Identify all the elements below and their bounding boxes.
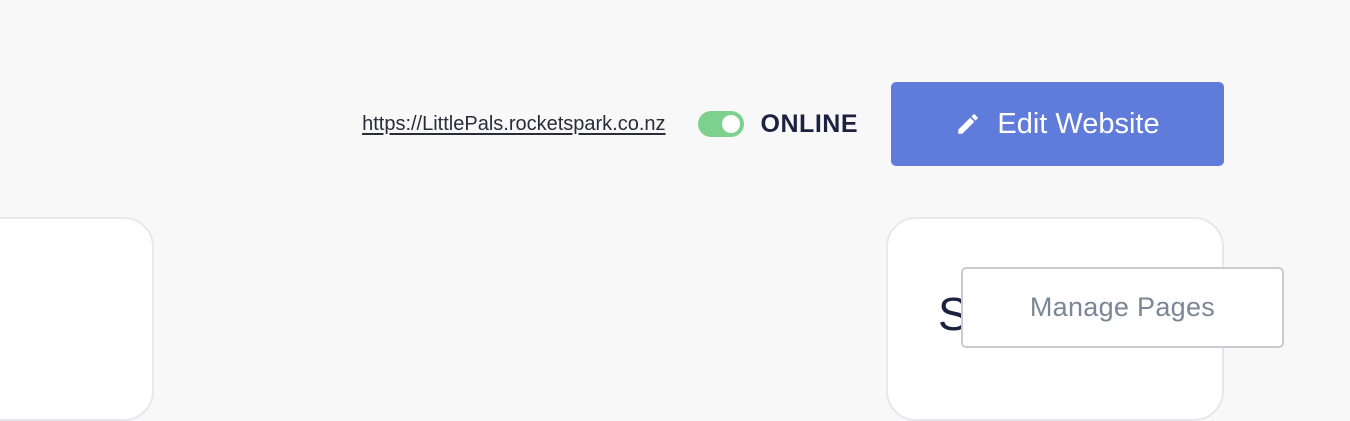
online-status-label: ONLINE [760, 109, 858, 138]
site-url-link[interactable]: https://LittlePals.rocketspark.co.nz [362, 113, 665, 136]
edit-website-button[interactable]: Edit Website [891, 82, 1224, 166]
toggle-knob [721, 115, 740, 133]
pencil-icon [958, 114, 979, 134]
edit-website-label: Edit Website [997, 107, 1160, 140]
manage-pages-button[interactable]: Manage Pages [961, 267, 1284, 348]
left-card [0, 217, 154, 421]
header-toolbar: https://LittlePals.rocketspark.co.nz ONL… [362, 82, 1224, 166]
online-toggle[interactable] [697, 111, 744, 137]
